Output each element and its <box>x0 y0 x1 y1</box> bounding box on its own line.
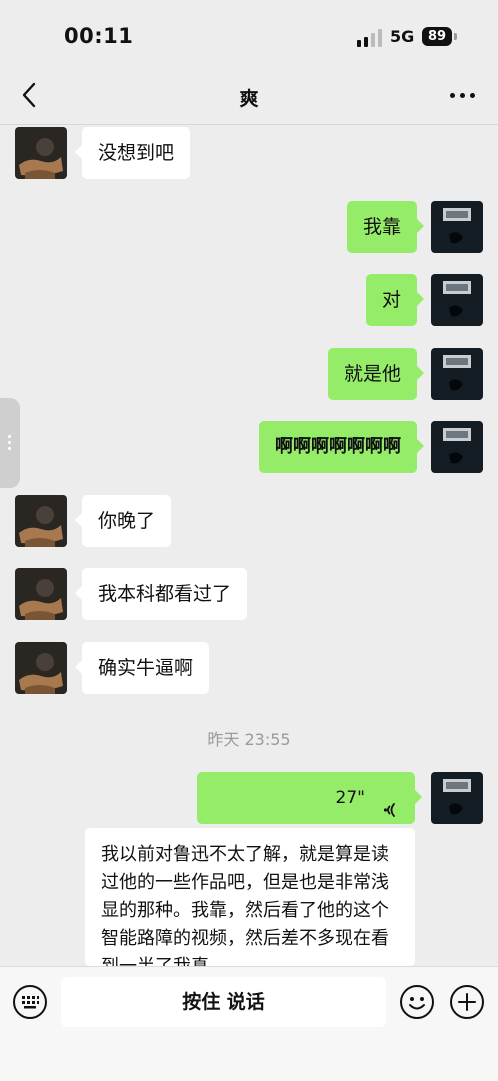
chat-header: 爽 <box>0 70 498 125</box>
message-bubble-incoming[interactable]: 确实牛逼啊 <box>74 642 210 694</box>
network-type: 5G <box>390 27 415 46</box>
message-bubble-outgoing[interactable]: 对 <box>365 274 425 326</box>
hold-to-talk-button[interactable]: 按住 说话 <box>61 977 386 1027</box>
my-avatar[interactable] <box>431 274 483 326</box>
message-bubble-outgoing[interactable]: 我靠 <box>346 201 425 253</box>
chat-title: 爽 <box>239 88 259 110</box>
side-drawer-handle[interactable] <box>0 398 20 488</box>
my-avatar[interactable] <box>431 421 483 473</box>
contact-avatar[interactable] <box>15 568 67 620</box>
my-avatar[interactable] <box>431 201 483 253</box>
keyboard-icon[interactable] <box>12 984 48 1020</box>
message-bubble-incoming[interactable]: 我本科都看过了 <box>74 568 248 620</box>
chat-timestamp: 昨天 23:55 <box>207 730 291 749</box>
message-bubble-incoming[interactable]: 没想到吧 <box>74 127 191 179</box>
emoji-icon[interactable] <box>399 984 435 1020</box>
message-bubble-incoming[interactable]: 你晚了 <box>74 495 172 547</box>
my-avatar[interactable] <box>431 772 483 824</box>
plus-circle-icon[interactable] <box>449 984 485 1020</box>
more-horizontal-icon[interactable] <box>446 82 480 108</box>
contact-avatar[interactable] <box>15 642 67 694</box>
message-bubble-outgoing[interactable]: 啊啊啊啊啊啊啊 <box>259 421 424 473</box>
my-avatar[interactable] <box>431 348 483 400</box>
voice-wave-icon <box>379 788 399 817</box>
status-bar: 00:11 5G 89 <box>0 0 498 70</box>
status-time: 00:11 <box>64 24 134 48</box>
contact-avatar[interactable] <box>15 127 67 179</box>
voice-transcript[interactable]: 我以前对鲁迅不太了解，就是算是读过他的一些作品吧，但是也是非常浅显的那种。我靠，… <box>85 828 415 966</box>
battery-level: 89 <box>422 27 452 46</box>
message-bubble-outgoing[interactable]: 就是他 <box>327 348 425 400</box>
voice-message-bubble[interactable]: 27" <box>197 772 422 824</box>
battery-tip <box>454 33 457 40</box>
input-bar: 按住 说话 <box>0 966 498 1081</box>
signal-icon <box>357 29 383 47</box>
voice-duration: 27" <box>335 788 365 808</box>
contact-avatar[interactable] <box>15 495 67 547</box>
